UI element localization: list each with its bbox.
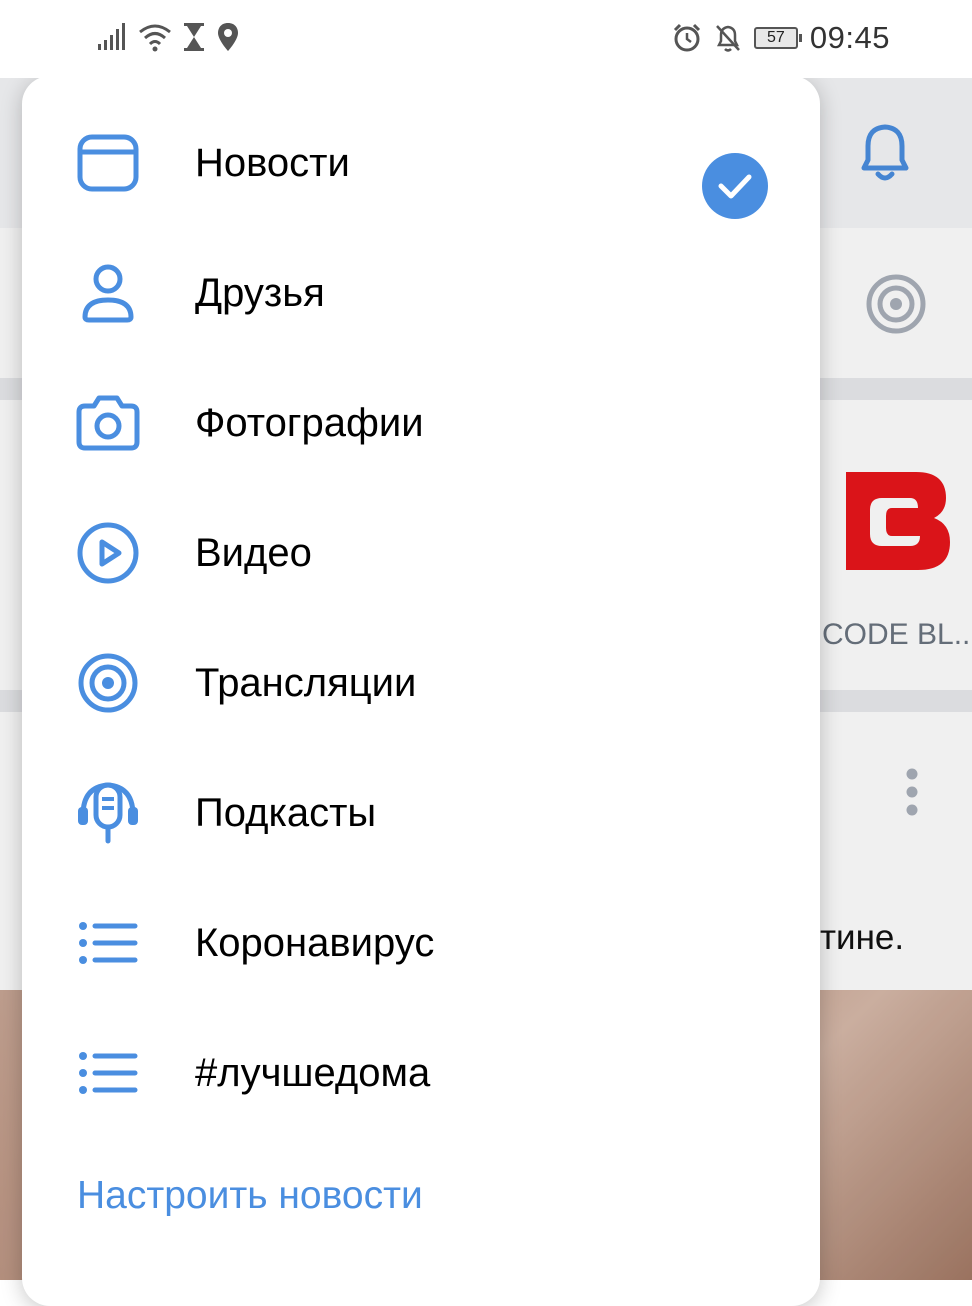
menu-item-video[interactable]: Видео: [22, 488, 820, 618]
status-bar: 57 09:45: [0, 0, 972, 78]
clock: 09:45: [809, 20, 890, 55]
menu-item-broadcasts[interactable]: Трансляции: [22, 618, 820, 748]
hourglass-icon: [184, 23, 204, 51]
checkmark-icon: [702, 153, 768, 219]
status-right-icons: 57 09:45: [672, 20, 890, 56]
configure-news-link[interactable]: Настроить новости: [77, 1174, 423, 1218]
signal-icon: [98, 23, 125, 50]
user-icon: [74, 261, 142, 325]
menu-item-label: Трансляции: [195, 661, 417, 705]
menu-item-label: #лучшедома: [195, 1051, 431, 1095]
menu-item-photos[interactable]: Фотографии: [22, 358, 820, 488]
play-circle-icon: [74, 521, 142, 585]
list-icon: [74, 1041, 142, 1105]
menu-item-coronavirus[interactable]: Коронавирус: [22, 878, 820, 1008]
feed-selector-menu: Новости Друзья Фотографии Видео Трансляц…: [22, 76, 820, 1306]
list-icon: [74, 911, 142, 975]
menu-item-label: Новости: [195, 141, 350, 185]
notifications-off-icon: [716, 25, 740, 52]
menu-item-news[interactable]: Новости: [22, 98, 820, 228]
camera-icon: [74, 391, 142, 455]
menu-item-label: Видео: [195, 531, 312, 575]
status-left-icons: [96, 22, 240, 52]
wifi-icon: [139, 24, 171, 52]
menu-item-label: Подкасты: [195, 791, 377, 835]
battery-indicator: 57: [753, 27, 802, 49]
location-icon: [218, 23, 238, 51]
menu-item-podcasts[interactable]: Подкасты: [22, 748, 820, 878]
window-icon: [74, 131, 142, 195]
menu-item-label: Коронавирус: [195, 921, 435, 965]
menu-item-label: Друзья: [195, 271, 325, 315]
broadcast-icon: [74, 651, 142, 715]
podcast-icon: [74, 781, 142, 845]
alarm-icon: [673, 23, 700, 52]
menu-item-friends[interactable]: Друзья: [22, 228, 820, 358]
menu-item-bestathome[interactable]: #лучшедома: [22, 1008, 820, 1138]
menu-item-label: Фотографии: [195, 401, 424, 445]
